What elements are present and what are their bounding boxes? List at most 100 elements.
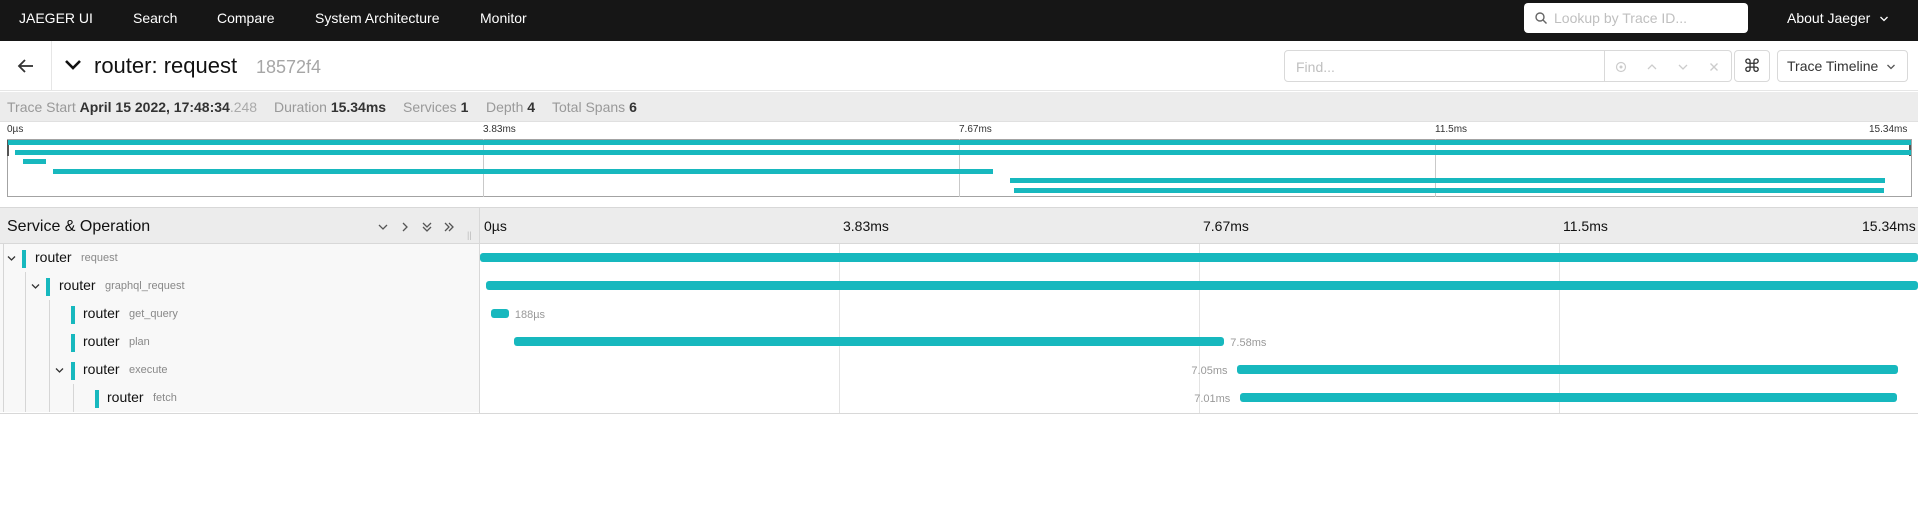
span-rows: router request router graphql_request ro… <box>0 244 1918 414</box>
span-operation: execute <box>129 364 168 376</box>
span-bar[interactable] <box>491 309 509 318</box>
nav-search[interactable]: Search <box>133 0 177 41</box>
column-resize-handle[interactable]: || <box>467 230 472 240</box>
span-row[interactable]: router request <box>0 244 1918 272</box>
service-color-marker <box>22 250 26 268</box>
view-select-label: Trace Timeline <box>1787 58 1879 74</box>
span-duration-label: 7.05ms <box>1191 365 1228 377</box>
timeline-header: Service & Operation || 0µs 3.83ms 7.67ms… <box>0 207 1918 244</box>
trace-id-lookup[interactable] <box>1524 3 1748 33</box>
span-name-cell[interactable]: router fetch <box>0 384 479 412</box>
span-operation: request <box>81 252 118 264</box>
tree-guide <box>73 384 74 412</box>
keyboard-shortcuts-button[interactable]: ⌘ <box>1734 50 1770 82</box>
service-operation-title: Service & Operation <box>7 218 151 235</box>
service-color-marker <box>71 306 75 324</box>
minimap-tick: 11.5ms <box>1435 124 1468 135</box>
minimap-span-bar <box>8 140 1911 145</box>
span-row[interactable]: router graphql_request <box>0 272 1918 300</box>
trace-meta-bar: Trace Start April 15 2022, 17:48:34.248 … <box>0 92 1918 122</box>
column-divider <box>479 207 480 414</box>
timeline-tick: 11.5ms <box>1563 218 1608 234</box>
expand-all-icon[interactable] <box>442 220 456 234</box>
collapse-all-icon[interactable] <box>420 220 434 234</box>
trace-id: 18572f4 <box>256 57 322 77</box>
span-name-cell[interactable]: router request <box>0 244 479 272</box>
chevron-down-icon <box>1887 64 1895 70</box>
span-duration-label: 7.58ms <box>1230 337 1267 349</box>
close-icon[interactable] <box>1707 60 1721 74</box>
chevron-down-icon[interactable] <box>6 253 17 264</box>
find-tools <box>1604 50 1732 82</box>
trace-title: router: request <box>94 53 238 78</box>
chevron-down-icon[interactable] <box>64 58 82 72</box>
span-row[interactable]: router plan 7.58ms <box>0 328 1918 356</box>
find-field[interactable] <box>1284 50 1605 82</box>
trace-page-header: router: request 18572f4 ⌘ Trace Timeline <box>0 41 1918 91</box>
back-button[interactable] <box>0 41 52 91</box>
span-bar[interactable] <box>513 337 1225 346</box>
minimap-tick: 0µs <box>7 124 24 135</box>
about-jaeger-menu[interactable]: About Jaeger <box>1787 0 1870 41</box>
tree-guide <box>49 356 50 384</box>
span-name-cell[interactable]: router execute <box>0 356 479 384</box>
service-color-marker <box>46 278 50 296</box>
span-operation: get_query <box>129 308 178 320</box>
span-service: router <box>107 389 144 405</box>
tree-guide <box>3 356 4 384</box>
span-operation: graphql_request <box>105 280 185 292</box>
timeline-tick: 7.67ms <box>1203 218 1249 234</box>
minimap-tick: 3.83ms <box>483 124 516 135</box>
span-name-cell[interactable]: router graphql_request <box>0 272 479 300</box>
span-name-cell[interactable]: router get_query <box>0 300 479 328</box>
span-operation: plan <box>129 336 150 348</box>
chevron-down-icon[interactable] <box>54 365 65 376</box>
arrow-left-icon <box>17 59 33 73</box>
span-row[interactable]: router fetch 7.01ms <box>0 384 1918 412</box>
chevron-down-icon <box>1880 16 1888 22</box>
minimap-tick: 15.34ms <box>1869 124 1908 135</box>
view-select[interactable]: Trace Timeline <box>1777 50 1908 82</box>
crosshair-icon[interactable] <box>1614 60 1628 74</box>
span-row[interactable]: router get_query 188µs <box>0 300 1918 328</box>
nav-system-architecture[interactable]: System Architecture <box>315 0 440 41</box>
service-color-marker <box>95 390 99 408</box>
expand-one-icon[interactable] <box>398 220 412 234</box>
minimap-span-bar <box>1010 178 1885 184</box>
span-bar[interactable] <box>485 281 1918 290</box>
span-bar[interactable] <box>480 253 1918 262</box>
tree-guide <box>3 244 4 272</box>
span-bar[interactable] <box>1240 393 1898 402</box>
span-service: router <box>83 333 120 349</box>
tree-guide <box>3 328 4 356</box>
span-bar[interactable] <box>1237 365 1899 374</box>
nav-monitor[interactable]: Monitor <box>480 0 527 41</box>
span-service: router <box>83 305 120 321</box>
span-name-cell[interactable]: router plan <box>0 328 479 356</box>
chevron-down-icon[interactable] <box>30 281 41 292</box>
timeline-tick: 0µs <box>484 218 507 234</box>
brand-link[interactable]: JAEGER UI <box>19 0 93 41</box>
timeline-tick: 3.83ms <box>843 218 889 234</box>
tree-guide <box>25 300 26 328</box>
trace-minimap[interactable]: 0µs 3.83ms 7.67ms 11.5ms 15.34ms <box>0 122 1918 200</box>
span-service: router <box>83 361 120 377</box>
trace-depth: Depth 4 <box>486 99 536 115</box>
tree-guide <box>25 328 26 356</box>
minimap-span-bar <box>1014 188 1884 193</box>
minimap-span-bar <box>22 159 47 165</box>
collapse-one-icon[interactable] <box>376 220 390 234</box>
tree-guide <box>3 300 4 328</box>
tree-guide <box>25 272 26 300</box>
chevron-down-icon[interactable] <box>1676 60 1690 74</box>
tree-guide <box>49 328 50 356</box>
trace-id-input[interactable] <box>1554 7 1739 29</box>
span-row[interactable]: router execute 7.05ms <box>0 356 1918 384</box>
find-input[interactable] <box>1296 57 1586 77</box>
minimap-tick: 7.67ms <box>959 124 992 135</box>
nav-compare[interactable]: Compare <box>217 0 275 41</box>
chevron-up-icon[interactable] <box>1645 60 1659 74</box>
trace-duration: Duration 15.34ms <box>274 99 387 115</box>
trace-services: Services 1 <box>403 99 469 115</box>
tree-guide <box>3 384 4 412</box>
